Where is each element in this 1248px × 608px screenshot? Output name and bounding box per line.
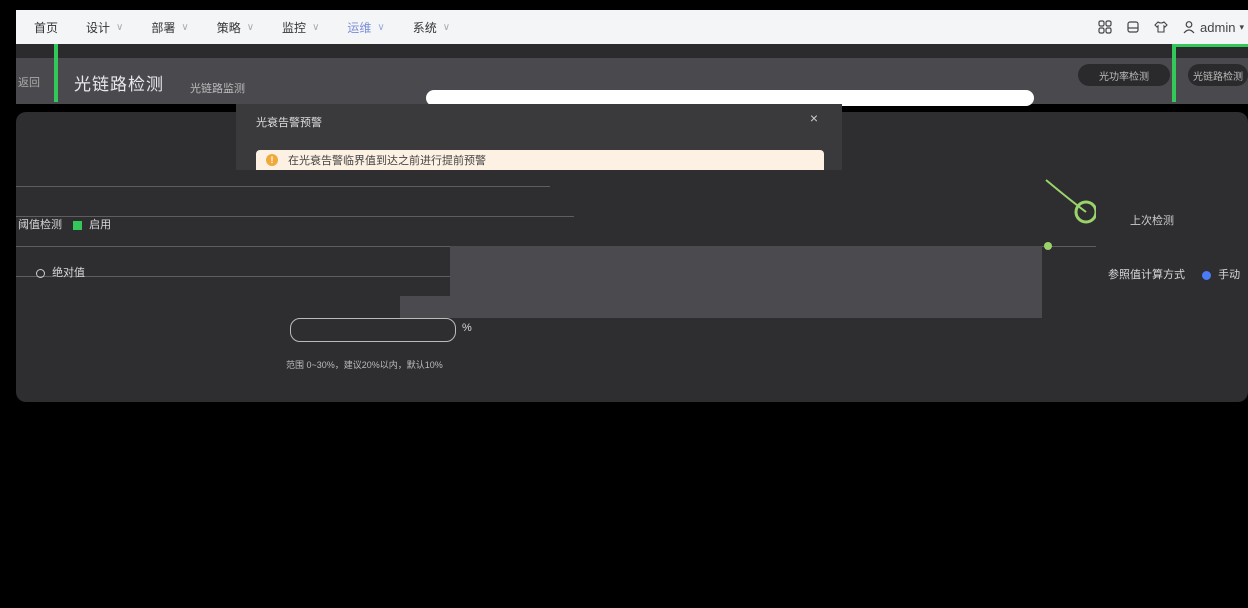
manual-label: 手动 bbox=[1218, 269, 1241, 281]
nav-deploy[interactable]: 部署 ∨ bbox=[151, 19, 188, 36]
threshold-check-row: 阈值检测 启用 bbox=[18, 216, 111, 232]
optical-power-button[interactable]: 光功率检测 bbox=[1078, 64, 1170, 86]
nav-label: 部署 bbox=[151, 20, 176, 35]
manual-radio[interactable] bbox=[1202, 270, 1212, 280]
chevron-down-icon: ∨ bbox=[116, 21, 124, 33]
nav-label: 策略 bbox=[216, 20, 241, 35]
accent-bar-left bbox=[54, 44, 58, 102]
warning-alert: ! 在光衰告警临界值到达之前进行提前预警 bbox=[256, 150, 824, 170]
nav-label: 首页 bbox=[34, 20, 59, 35]
absolute-label: 绝对值 bbox=[52, 267, 86, 279]
absolute-radio[interactable] bbox=[36, 268, 45, 278]
chevron-down-icon: ∨ bbox=[442, 21, 451, 33]
username: admin bbox=[1200, 19, 1236, 35]
chevron-down-icon: ∨ bbox=[246, 21, 255, 33]
user-icon bbox=[1183, 21, 1195, 34]
nav-system[interactable]: 系统 ∨ bbox=[413, 19, 450, 36]
nav-policy[interactable]: 策略 ∨ bbox=[217, 19, 254, 36]
nav-label: 设计 bbox=[86, 20, 111, 35]
back-link[interactable]: 返回 bbox=[18, 74, 40, 90]
divider bbox=[16, 186, 550, 187]
user-menu[interactable]: admin ▾ bbox=[1182, 20, 1244, 35]
shade-block bbox=[400, 296, 1042, 318]
dialog-title: 光衰告警预警 bbox=[256, 117, 322, 129]
optical-link-button[interactable]: 光链路检测 bbox=[1188, 64, 1248, 86]
alert-text: 在光衰告警临界值到达之前进行提前预警 bbox=[288, 155, 486, 167]
nav-monitor[interactable]: 监控 ∨ bbox=[282, 19, 319, 36]
top-navigation-bar: 首页 设计 ∨ 部署 ∨ 策略 ∨ 监控 ∨ 运维 ∨ 系统 ∨ admin ▾ bbox=[16, 10, 1248, 44]
threshold-check-label: 阈值检测 bbox=[18, 219, 62, 231]
close-icon[interactable]: × bbox=[810, 110, 818, 126]
accent-bar-right-top bbox=[1172, 44, 1248, 47]
threshold-radio-row: 绝对值 bbox=[36, 264, 85, 280]
link-diagram-icon bbox=[1044, 179, 1096, 250]
threshold-stepper[interactable] bbox=[290, 318, 456, 342]
nav-home[interactable]: 首页 bbox=[34, 19, 58, 36]
shade-block bbox=[450, 246, 1042, 296]
page-subtitle: 光链路监测 bbox=[190, 83, 245, 95]
apps-icon[interactable] bbox=[1098, 20, 1112, 34]
chevron-down-icon: ∨ bbox=[312, 21, 320, 33]
nav-operations[interactable]: 运维 ∨ bbox=[347, 19, 384, 36]
nav-label: 监控 bbox=[282, 20, 307, 35]
save-icon[interactable] bbox=[1126, 20, 1140, 34]
enable-label: 启用 bbox=[89, 219, 112, 231]
calc-method-label: 参照值计算方式 bbox=[1108, 269, 1185, 281]
shirt-icon[interactable] bbox=[1154, 20, 1168, 34]
warning-icon: ! bbox=[266, 154, 278, 166]
chevron-down-icon: ∨ bbox=[181, 21, 189, 33]
nav-design[interactable]: 设计 ∨ bbox=[86, 19, 123, 36]
threshold-hint: 范围 0~30%，建议20%以内，默认10% bbox=[286, 360, 443, 370]
unit-label: % bbox=[462, 322, 472, 334]
nav-label: 系统 bbox=[412, 20, 437, 35]
nav-label: 运维 bbox=[347, 20, 372, 35]
page-title: 光链路检测 bbox=[74, 75, 164, 94]
caret-down-icon: ▾ bbox=[1239, 21, 1244, 32]
enable-checkbox[interactable] bbox=[73, 220, 83, 230]
last-check-label: 上次检测 bbox=[1130, 215, 1174, 227]
chevron-down-icon: ∨ bbox=[377, 21, 385, 33]
header-band bbox=[16, 44, 1248, 58]
accent-bar-right bbox=[1172, 44, 1176, 102]
calc-method-row: 参照值计算方式 手动 bbox=[1108, 266, 1240, 282]
nav-right-tools: admin ▾ bbox=[1098, 20, 1248, 35]
warning-dialog: 光衰告警预警 × ! 在光衰告警临界值到达之前进行提前预警 bbox=[236, 104, 842, 170]
